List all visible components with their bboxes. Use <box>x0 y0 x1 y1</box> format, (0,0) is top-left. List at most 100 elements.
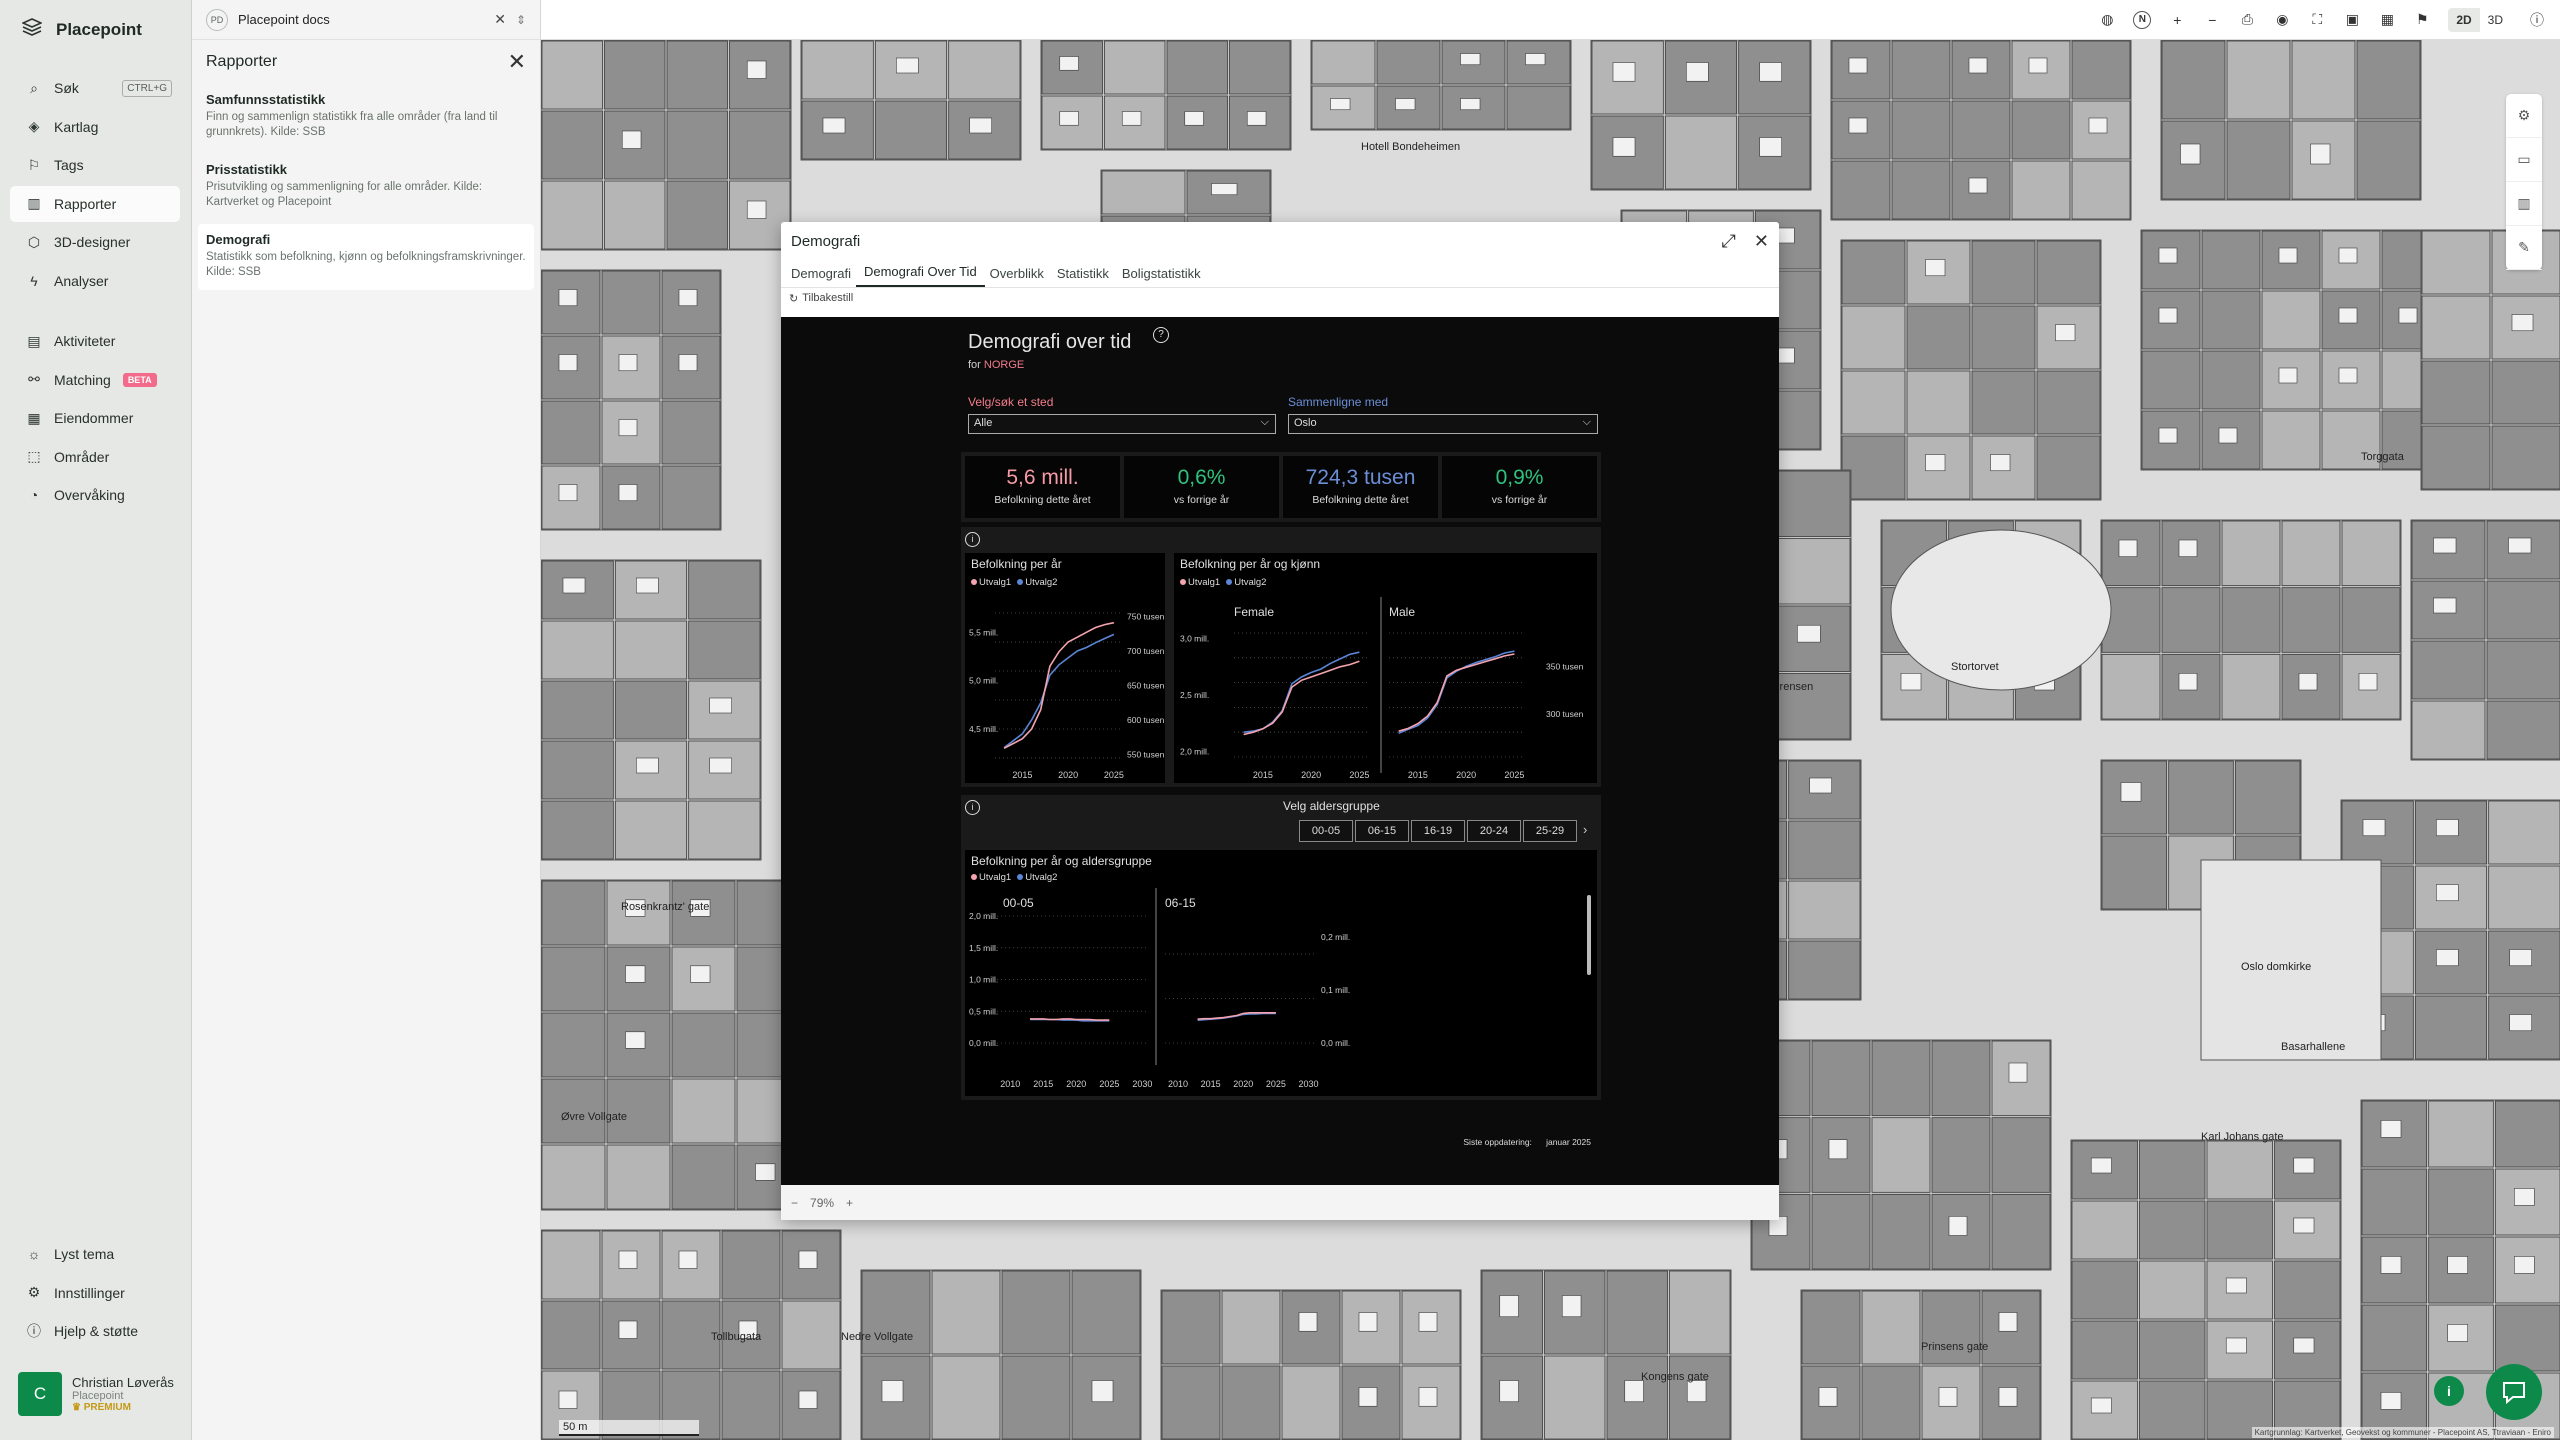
building <box>1221 1290 1281 1365</box>
mode-2d-button[interactable]: 2D <box>2448 7 2480 32</box>
reset-button[interactable]: ↻ Tilbakestill <box>781 288 1779 308</box>
place-select[interactable]: Alle ⌵ <box>968 414 1276 434</box>
report-item[interactable]: Demografi Statistikk som befolkning, kjø… <box>198 223 534 290</box>
nav-label: Tags <box>54 157 84 173</box>
building <box>781 1300 841 1370</box>
view-mode-toggle[interactable]: 2D 3D <box>2448 7 2511 32</box>
kpi-card: 0,6% vs forrige år <box>1124 456 1279 518</box>
building <box>688 620 761 680</box>
y-tick-label: 700 tusen <box>1127 646 1165 656</box>
close-icon[interactable]: ✕ <box>1754 231 1769 252</box>
tab-demografi-over-tid[interactable]: Demografi Over Tid <box>855 264 985 287</box>
nav-item-cube[interactable]: ⬡ 3D-designer <box>10 224 180 260</box>
dialog-tabs: Demografi Demografi Over Tid Overblikk Stat… <box>781 260 1779 288</box>
camera-icon[interactable]: ▣ <box>2343 11 2361 29</box>
courtyard <box>2293 1217 2315 1234</box>
building <box>671 1144 736 1210</box>
nav-item-sun[interactable]: ☼ Lyst tema <box>10 1236 180 1272</box>
nav-item-layers[interactable]: ◈ Kartlag <box>10 109 180 145</box>
nav-item-building[interactable]: ▦ Eiendommer <box>10 400 180 436</box>
close-icon[interactable]: ✕ <box>508 49 526 75</box>
app-name: Placepoint <box>56 19 142 39</box>
chart-icon[interactable]: ▥ <box>2506 182 2542 226</box>
zoom-in-icon[interactable]: + <box>2168 11 2186 29</box>
age-group-button[interactable]: 06-15 <box>1355 820 1409 842</box>
nav-item-bolt[interactable]: ϟ Analyser <box>10 263 180 299</box>
zoom-in-icon[interactable]: + <box>846 1196 853 1210</box>
nav-item-area[interactable]: ⬚ Områder <box>10 439 180 475</box>
nav-item-bar-chart[interactable]: ▥ Rapporter <box>10 185 180 222</box>
layers-icon[interactable]: ⚙ <box>2506 94 2542 138</box>
zoom-out-icon[interactable]: − <box>2203 11 2221 29</box>
nav-item-activity[interactable]: ▤ Aktiviteter <box>10 323 180 359</box>
nav-item-help[interactable]: ⓘ Hjelp & støtte <box>10 1313 180 1349</box>
user-profile[interactable]: C Christian Løverås Placepoint ♛ PREMIUM <box>18 1372 174 1416</box>
building <box>541 680 614 740</box>
building <box>2011 100 2071 160</box>
report-title: Demografi over tid <box>968 331 1132 353</box>
report-item[interactable]: Samfunnsstatistikk Finn og sammenlign st… <box>198 84 534 150</box>
nav-item-matching[interactable]: ⚯ Matching BETA <box>10 362 180 398</box>
palette-icon[interactable]: ◍ <box>2098 11 2116 29</box>
building <box>1841 370 1906 435</box>
building <box>2491 360 2560 425</box>
help-icon[interactable]: ? <box>1153 327 1169 343</box>
chat-button[interactable] <box>2486 1364 2542 1420</box>
info-icon[interactable]: i <box>965 532 980 547</box>
tool-icon[interactable]: ✎ <box>2506 226 2542 270</box>
fullscreen-icon[interactable]: ⛶ <box>2308 11 2326 29</box>
brand[interactable]: Placepoint <box>21 18 142 41</box>
kpi-card: 5,6 mill. Befolkning dette året <box>965 456 1120 518</box>
eye-icon[interactable]: ◉ <box>2273 11 2291 29</box>
map-label: Prinsens gate <box>1921 1341 1988 1353</box>
population-section: i Befolkning per år Utvalg1 Utvalg2 4,5 … <box>961 527 1601 787</box>
docs-bar[interactable]: PD Placepoint docs ✕ ⇕ <box>192 0 540 40</box>
report-item[interactable]: Prisstatistikk Prisutvikling og sammenli… <box>198 154 534 220</box>
building <box>2421 295 2491 360</box>
age-group-button[interactable]: 16-19 <box>1411 820 1465 842</box>
building <box>1931 1040 1991 1117</box>
nav-item-bookmark[interactable]: ⚐ Tags <box>10 147 180 183</box>
user-org: Placepoint <box>72 1390 124 1402</box>
building <box>2341 520 2401 587</box>
bookmark-icon[interactable]: ⚑ <box>2413 11 2431 29</box>
courtyard <box>2055 324 2076 342</box>
courtyard <box>1059 111 1079 126</box>
tab-boligstatistikk[interactable]: Boligstatistikk <box>1122 266 1209 287</box>
age-group-button[interactable]: 25-29 <box>1523 820 1577 842</box>
print-icon[interactable]: ⎙ <box>2238 11 2256 29</box>
scrollbar[interactable] <box>1587 895 1591 975</box>
age-group-button[interactable]: 20-24 <box>1467 820 1521 842</box>
tab-statistikk[interactable]: Statistikk <box>1057 266 1117 287</box>
y-tick-label: 0,1 mill. <box>1321 985 1350 995</box>
nav-item-monitor[interactable]: ◔ Overvåking <box>10 477 180 513</box>
compare-select[interactable]: Oslo ⌵ <box>1288 414 1598 434</box>
courtyard <box>636 577 659 594</box>
building <box>1871 1193 1931 1270</box>
chevron-right-icon[interactable]: › <box>1583 822 1587 837</box>
mode-3d-button[interactable]: 3D <box>2480 8 2511 32</box>
nav-item-search[interactable]: ⌕ Søk CTRL+G <box>10 70 180 106</box>
courtyard <box>1828 1139 1848 1160</box>
building <box>661 400 721 465</box>
building <box>1506 85 1571 130</box>
building <box>2139 1200 2206 1260</box>
courtyard <box>1612 62 1636 82</box>
tab-overblikk[interactable]: Overblikk <box>990 266 1052 287</box>
info-icon[interactable]: ⓘ <box>2528 11 2546 29</box>
zoom-out-icon[interactable]: − <box>791 1196 798 1210</box>
compass-icon[interactable]: N <box>2133 10 2152 29</box>
building <box>1921 1290 1981 1365</box>
shortcut-hint: CTRL+G <box>122 79 172 97</box>
info-button[interactable]: i <box>2434 1376 2464 1406</box>
tab-demografi[interactable]: Demografi <box>791 266 859 287</box>
measure-icon[interactable]: ▭ <box>2506 138 2542 182</box>
nav-item-gear[interactable]: ⚙ Innstillinger <box>10 1275 180 1311</box>
info-icon[interactable]: i <box>965 800 980 815</box>
age-group-button[interactable]: 00-05 <box>1299 820 1353 842</box>
grid-icon[interactable]: ▦ <box>2378 11 2396 29</box>
expand-icon[interactable]: ⤢ <box>1722 231 1736 252</box>
building <box>666 40 728 110</box>
close-icon[interactable]: ✕ <box>494 11 506 28</box>
chevron-updown-icon[interactable]: ⇕ <box>516 13 526 27</box>
